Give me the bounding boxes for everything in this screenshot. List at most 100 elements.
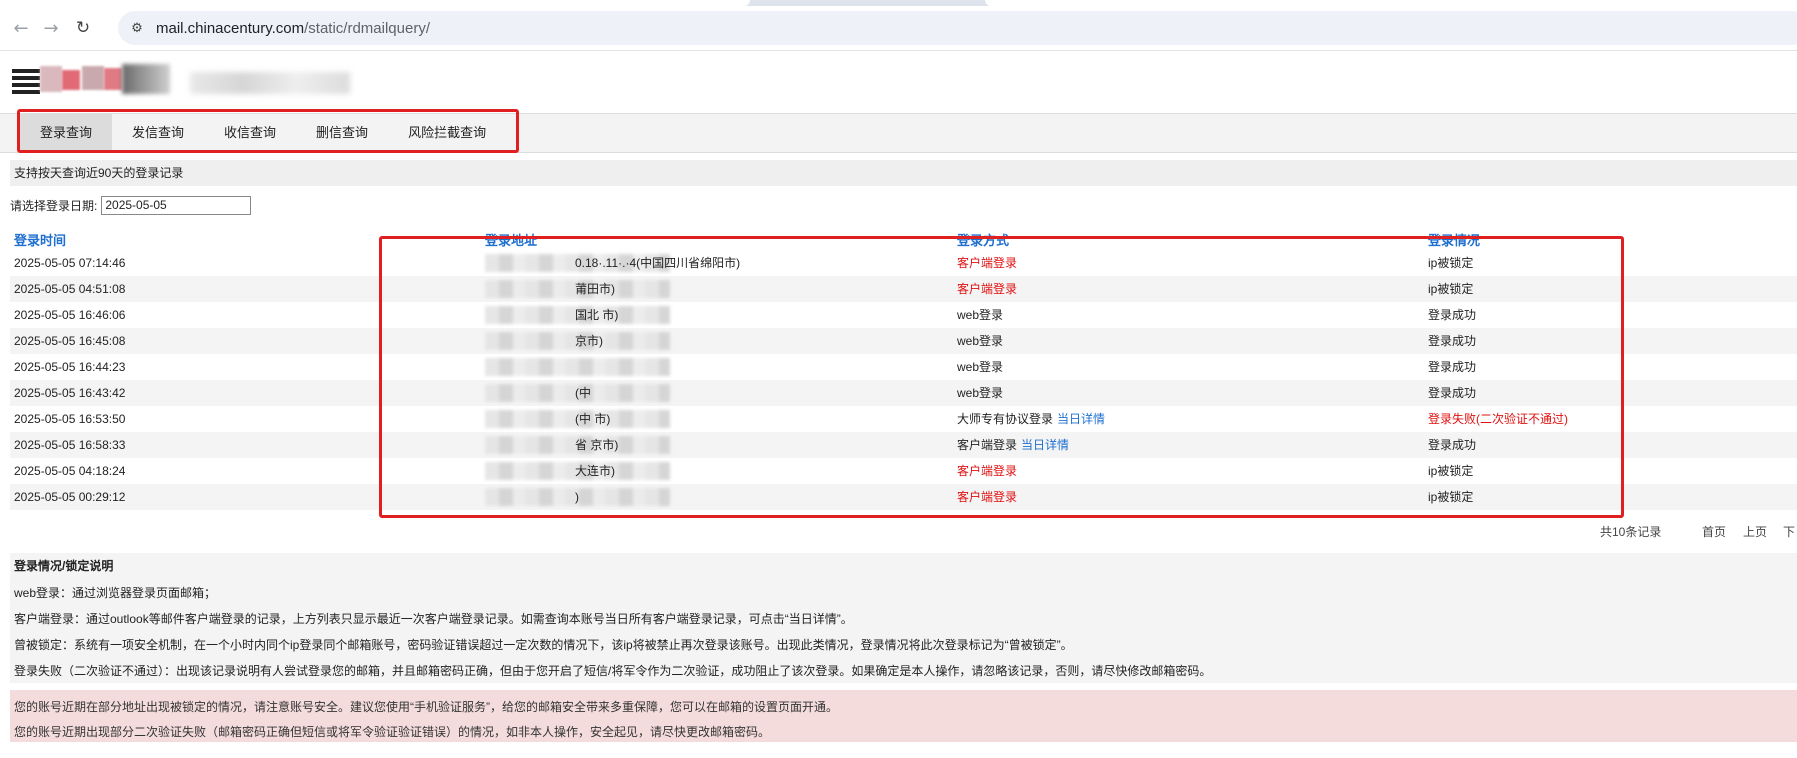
- cell-login-time: 2025-05-05 16:46:06: [14, 308, 126, 322]
- back-button[interactable]: ←: [8, 15, 34, 41]
- date-filter-label: 请选择登录日期:: [10, 198, 98, 213]
- cell-login-status: 登录失败(二次验证不通过): [1428, 412, 1568, 426]
- arrow-right-icon: →: [43, 17, 59, 39]
- table-row: 2025-05-05 16:53:50 (中 市) 大师专有协议登录 当日详情 登录失败…: [10, 406, 1797, 432]
- method-label: 客户端登录: [957, 282, 1018, 296]
- cell-login-method: 客户端登录: [957, 250, 1017, 276]
- cell-login-time: 2025-05-05 04:51:08: [14, 282, 126, 296]
- table-row: 2025-05-05 16:45:08 京市) web登录 登录成功: [10, 328, 1797, 354]
- table-row: 2025-05-05 16:44:23 web登录 登录成功: [10, 354, 1797, 380]
- cell-login-time: 2025-05-05 16:45:08: [14, 334, 126, 348]
- address-bar[interactable]: ⚙ mail.chinacentury.com/static/rdmailque…: [118, 11, 1797, 45]
- masked-address: [485, 358, 670, 376]
- cell-login-address: (中 市): [575, 412, 611, 426]
- url-host: mail.chinacentury.com: [156, 20, 305, 37]
- arrow-left-icon: ←: [13, 17, 29, 39]
- cell-login-address: 大连市): [575, 464, 615, 478]
- cell-login-status: 登录成功: [1428, 308, 1477, 322]
- cell-login-address: 莆田市): [575, 282, 615, 296]
- method-label: 客户端登录: [957, 490, 1018, 504]
- cell-login-address: 京市): [575, 334, 603, 348]
- cell-login-status: ip被锁定: [1428, 282, 1474, 296]
- table-row: 2025-05-05 04:18:24 大连市) 客户端登录 ip被锁定: [10, 458, 1797, 484]
- cell-login-status: 登录成功: [1428, 386, 1477, 400]
- cell-login-time: 2025-05-05 04:18:24: [14, 464, 126, 478]
- cell-login-method: web登录: [957, 380, 1003, 406]
- cell-login-time: 2025-05-05 16:44:23: [14, 360, 126, 374]
- date-input[interactable]: [101, 195, 252, 215]
- url-text[interactable]: mail.chinacentury.com/static/rdmailquery…: [156, 20, 430, 37]
- cell-login-status: ip被锁定: [1428, 256, 1474, 270]
- table-row: 2025-05-05 00:29:12) 客户端登录 ip被锁定: [10, 484, 1797, 510]
- cell-login-method: web登录: [957, 328, 1003, 354]
- table-row: 2025-05-05 04:51:08 莆田市) 客户端登录 ip被锁定: [10, 276, 1797, 302]
- status-legend: 登录情况/锁定说明 web登录：通过浏览器登录页面邮箱； 客户端登录：通过out…: [10, 553, 1797, 683]
- cell-login-status: 登录成功: [1428, 360, 1477, 374]
- header-method[interactable]: 登录方式: [957, 230, 1009, 249]
- cell-login-address: (中: [575, 386, 591, 400]
- security-warning: 您的账号近期在部分地址出现被锁定的情况，请注意账号安全。建议您使用“手机验证服务…: [10, 690, 1797, 742]
- method-label: 大师专有协议登录: [957, 412, 1054, 426]
- cell-login-address: 国北 市): [575, 308, 619, 322]
- forward-button[interactable]: →: [38, 15, 64, 41]
- legend-line: 登录失败（二次验证不通过）：出现该记录说明有人尝试登录您的邮箱，并且邮箱密码正确…: [14, 664, 1212, 678]
- cell-login-time: 2025-05-05 16:43:42: [14, 386, 126, 400]
- day-detail-link[interactable]: 当日详情: [1021, 438, 1069, 452]
- pager-first[interactable]: 首页: [1702, 523, 1726, 543]
- cell-login-status: 登录成功: [1428, 334, 1477, 348]
- legend-line: 客户端登录：通过outlook等邮件客户端登录的记录，上方列表只显示最近一次客户…: [14, 612, 853, 626]
- legend-line: web登录：通过浏览器登录页面邮箱；: [14, 586, 217, 600]
- url-path: /static/rdmailquery/: [304, 20, 430, 37]
- legend-line: 曾被锁定：系统有一项安全机制，在一个小时内同个ip登录同个邮箱账号，密码验证错误…: [14, 638, 1073, 652]
- method-label: web登录: [957, 334, 1004, 348]
- cell-login-time: 2025-05-05 07:14:46: [14, 256, 126, 270]
- method-label: web登录: [957, 386, 1004, 400]
- table-row: 2025-05-05 16:46:06 国北 市) web登录 登录成功: [10, 302, 1797, 328]
- date-filter: 请选择登录日期:: [10, 195, 252, 215]
- header-address[interactable]: 登录地址: [485, 230, 537, 249]
- table-header: 登录时间 登录地址 登录方式 登录情况: [10, 224, 1797, 250]
- cell-login-method: 客户端登录: [957, 458, 1017, 484]
- query-tabs: 登录查询 发信查询 收信查询 删信查询 风险拦截查询: [20, 114, 506, 152]
- cell-login-method: web登录: [957, 354, 1003, 380]
- cell-login-time: 2025-05-05 16:53:50: [14, 412, 126, 426]
- tab-delete-query[interactable]: 删信查询: [296, 114, 388, 152]
- cell-login-address: 省 京市): [575, 438, 619, 452]
- cell-login-status: ip被锁定: [1428, 464, 1474, 478]
- tab-receive-query[interactable]: 收信查询: [204, 114, 296, 152]
- legend-title: 登录情况/锁定说明: [14, 559, 114, 573]
- cell-login-method: 大师专有协议登录 当日详情: [957, 406, 1105, 432]
- pager-next[interactable]: 下: [1783, 523, 1795, 543]
- pager-prev[interactable]: 上页: [1743, 523, 1767, 543]
- header-time[interactable]: 登录时间: [14, 230, 66, 249]
- cell-login-time: 2025-05-05 16:58:33: [14, 438, 126, 452]
- table-row: 2025-05-05 07:14:46 0.18·.11·.·4(中国四川省绵阳市…: [10, 250, 1797, 276]
- browser-toolbar: ← → ↻ ⚙ mail.chinacentury.com/static/rdm…: [0, 6, 1797, 51]
- day-detail-link[interactable]: 当日详情: [1057, 412, 1105, 426]
- method-label: web登录: [957, 360, 1004, 374]
- reload-button[interactable]: ↻: [70, 15, 96, 41]
- method-label: 客户端登录: [957, 438, 1018, 452]
- logo-text-obscured: [190, 72, 350, 94]
- warning-line: 您的账号近期在部分地址出现被锁定的情况，请注意账号安全。建议您使用“手机验证服务…: [14, 700, 838, 714]
- reload-icon: ↻: [75, 18, 91, 38]
- tab-send-query[interactable]: 发信查询: [112, 114, 204, 152]
- cell-login-address: ): [575, 490, 579, 504]
- tab-risk-query[interactable]: 风险拦截查询: [388, 114, 506, 152]
- tab-login-query[interactable]: 登录查询: [20, 114, 113, 152]
- cell-login-time: 2025-05-05 00:29:12: [14, 490, 126, 504]
- cell-login-method: 客户端登录 当日详情: [957, 432, 1069, 458]
- cell-login-address: 0.18·.11·.·4(中国四川省绵阳市): [575, 256, 741, 270]
- warning-line: 您的账号近期出现部分二次验证失败（邮箱密码正确但短信或将军令验证验证错误）的情况…: [14, 725, 771, 739]
- method-label: 客户端登录: [957, 256, 1018, 270]
- site-info-icon[interactable]: ⚙: [128, 19, 146, 37]
- header-status[interactable]: 登录情况: [1428, 230, 1480, 249]
- query-tabs-bar: 登录查询 发信查询 收信查询 删信查询 风险拦截查询: [0, 113, 1797, 153]
- method-label: web登录: [957, 308, 1004, 322]
- pager-total: 共10条记录: [1600, 525, 1662, 539]
- table-row: 2025-05-05 16:43:42 (中 web登录 登录成功: [10, 380, 1797, 406]
- cell-login-method: web登录: [957, 302, 1003, 328]
- cell-login-status: ip被锁定: [1428, 490, 1474, 504]
- cell-login-status: 登录成功: [1428, 438, 1477, 452]
- info-bar: 支持按天查询近90天的登录记录: [10, 160, 1797, 186]
